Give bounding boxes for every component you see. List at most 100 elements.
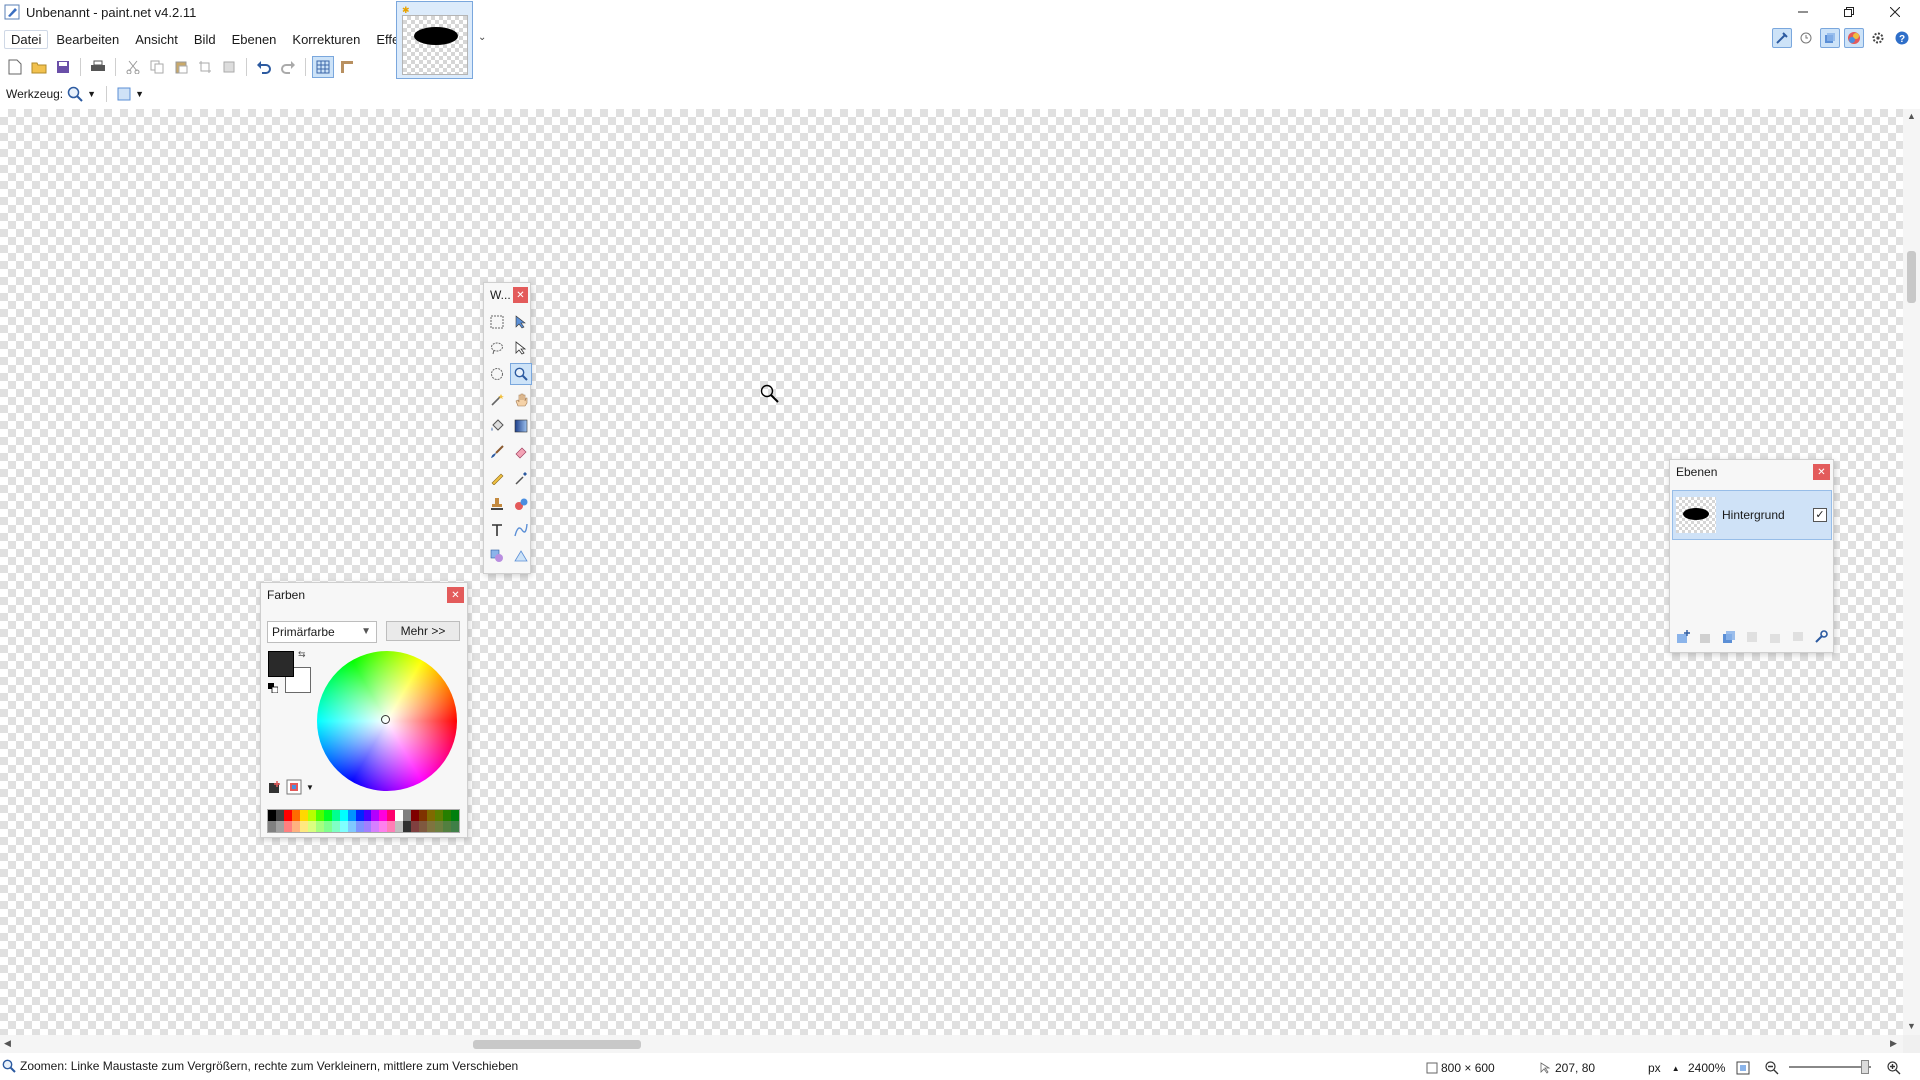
paintbrush-tool[interactable] [486, 441, 508, 463]
ruler-toggle-button[interactable] [336, 56, 358, 78]
palette-menu-icon[interactable] [286, 779, 302, 795]
palette-swatch[interactable] [323, 821, 332, 832]
copy-button[interactable] [146, 56, 168, 78]
move-selection-tool[interactable] [510, 337, 532, 359]
palette-swatch[interactable] [451, 821, 459, 832]
palette-swatch[interactable] [395, 821, 404, 832]
clone-stamp-tool[interactable] [486, 493, 508, 515]
palette-swatch[interactable] [307, 810, 316, 821]
line-curve-tool[interactable] [510, 519, 532, 541]
palette-swatch[interactable] [275, 810, 284, 821]
settings-button[interactable] [1868, 28, 1888, 48]
layer-properties-button[interactable] [1812, 628, 1829, 645]
restore-button[interactable] [1826, 0, 1872, 24]
eraser-tool[interactable] [510, 441, 532, 463]
palette-swatch[interactable] [427, 821, 436, 832]
redo-button[interactable] [277, 56, 299, 78]
palette-swatch[interactable] [299, 821, 308, 832]
palette-swatch[interactable] [419, 821, 428, 832]
add-to-palette-icon[interactable] [268, 780, 282, 794]
tool-dropdown-chevron-icon[interactable]: ▼ [87, 89, 96, 99]
history-window-toggle[interactable] [1796, 28, 1816, 48]
palette-swatch[interactable] [331, 810, 340, 821]
palette-swatch[interactable] [427, 810, 436, 821]
close-button[interactable] [1872, 0, 1918, 24]
palette-swatch[interactable] [307, 821, 316, 832]
horizontal-scroll-thumb[interactable] [473, 1040, 641, 1049]
scroll-left-icon[interactable]: ◀ [4, 1038, 11, 1049]
vertical-scroll-thumb[interactable] [1907, 251, 1916, 303]
palette-swatch[interactable] [443, 810, 452, 821]
palette-swatch[interactable] [323, 810, 332, 821]
palette-swatch[interactable] [387, 810, 396, 821]
palette-swatch[interactable] [451, 810, 459, 821]
tools-window-title[interactable]: W... ✕ [484, 283, 530, 307]
palette-swatch[interactable] [395, 810, 404, 821]
palette-swatch[interactable] [435, 810, 444, 821]
zoom-tool[interactable] [510, 363, 532, 385]
gradient-tool[interactable] [510, 415, 532, 437]
document-tab-thumbnail[interactable]: ✱ [396, 1, 473, 79]
palette-swatch[interactable] [387, 821, 396, 832]
paste-button[interactable] [170, 56, 192, 78]
new-button[interactable] [4, 56, 26, 78]
palette-swatch[interactable] [283, 810, 292, 821]
palette-swatch[interactable] [411, 810, 420, 821]
rectangle-select-tool[interactable] [486, 311, 508, 333]
zoom-value-display[interactable]: 2400% [1688, 1061, 1725, 1075]
more-button[interactable]: Mehr >> [386, 621, 460, 641]
palette-swatch[interactable] [371, 821, 380, 832]
vertical-scrollbar[interactable]: ▲ ▼ [1903, 109, 1920, 1035]
menu-bearbeiten[interactable]: Bearbeiten [48, 32, 127, 47]
layers-window-toggle[interactable] [1820, 28, 1840, 48]
tools-window-close-button[interactable]: ✕ [513, 287, 528, 303]
palette-swatch[interactable] [283, 821, 292, 832]
document-list-chevron-icon[interactable]: ⌄ [478, 32, 486, 43]
extra-tool[interactable] [510, 545, 532, 567]
print-button[interactable] [87, 56, 109, 78]
duplicate-layer-button[interactable] [1720, 628, 1737, 645]
text-tool[interactable] [486, 519, 508, 541]
palette-swatch[interactable] [347, 810, 356, 821]
zoom-out-button[interactable] [1765, 1061, 1779, 1075]
palette-dropdown-chevron-icon[interactable]: ▼ [306, 783, 314, 792]
layers-window-close-button[interactable]: ✕ [1813, 464, 1830, 480]
help-button[interactable]: ? [1892, 28, 1912, 48]
palette-swatch[interactable] [355, 821, 364, 832]
menu-bild[interactable]: Bild [186, 32, 224, 47]
palette-swatch[interactable] [411, 821, 420, 832]
move-layer-up-button[interactable] [1766, 628, 1783, 645]
layer-row[interactable]: Hintergrund ✓ [1672, 490, 1832, 540]
delete-layer-button[interactable] [1697, 628, 1714, 645]
save-button[interactable] [52, 56, 74, 78]
menu-ansicht[interactable]: Ansicht [127, 32, 186, 47]
scroll-up-icon[interactable]: ▲ [1907, 111, 1916, 121]
open-button[interactable] [28, 56, 50, 78]
zoom-in-button[interactable] [1887, 1061, 1901, 1075]
layers-window-title[interactable]: Ebenen ✕ [1670, 460, 1833, 484]
unit-selector[interactable]: px ▲ [1648, 1061, 1680, 1075]
tools-window-toggle[interactable] [1772, 28, 1792, 48]
menu-datei[interactable]: Datei [4, 29, 49, 49]
horizontal-scrollbar[interactable]: ◀ ▶ [0, 1035, 1903, 1053]
color-picker-tool[interactable] [510, 467, 532, 489]
shapes-tool[interactable] [486, 545, 508, 567]
zoom-slider-knob[interactable] [1861, 1060, 1869, 1074]
minimize-button[interactable] [1780, 0, 1826, 24]
palette-swatch[interactable] [355, 810, 364, 821]
zoom-tool-icon[interactable] [67, 86, 83, 102]
palette-swatch[interactable] [268, 810, 276, 821]
undo-button[interactable] [253, 56, 275, 78]
zoom-slider[interactable] [1789, 1060, 1871, 1074]
move-selected-tool[interactable] [510, 311, 532, 333]
scroll-right-icon[interactable]: ▶ [1890, 1038, 1897, 1049]
palette-swatch[interactable] [339, 821, 348, 832]
layer-visibility-checkbox[interactable]: ✓ [1813, 508, 1827, 522]
palette-swatch[interactable] [347, 821, 356, 832]
grid-toggle-button[interactable] [312, 56, 334, 78]
palette-swatch[interactable] [419, 810, 428, 821]
primary-color-swatch[interactable] [268, 651, 294, 677]
move-layer-down-button[interactable] [1789, 628, 1806, 645]
palette-swatch[interactable] [363, 821, 372, 832]
palette-swatch[interactable] [268, 821, 276, 832]
